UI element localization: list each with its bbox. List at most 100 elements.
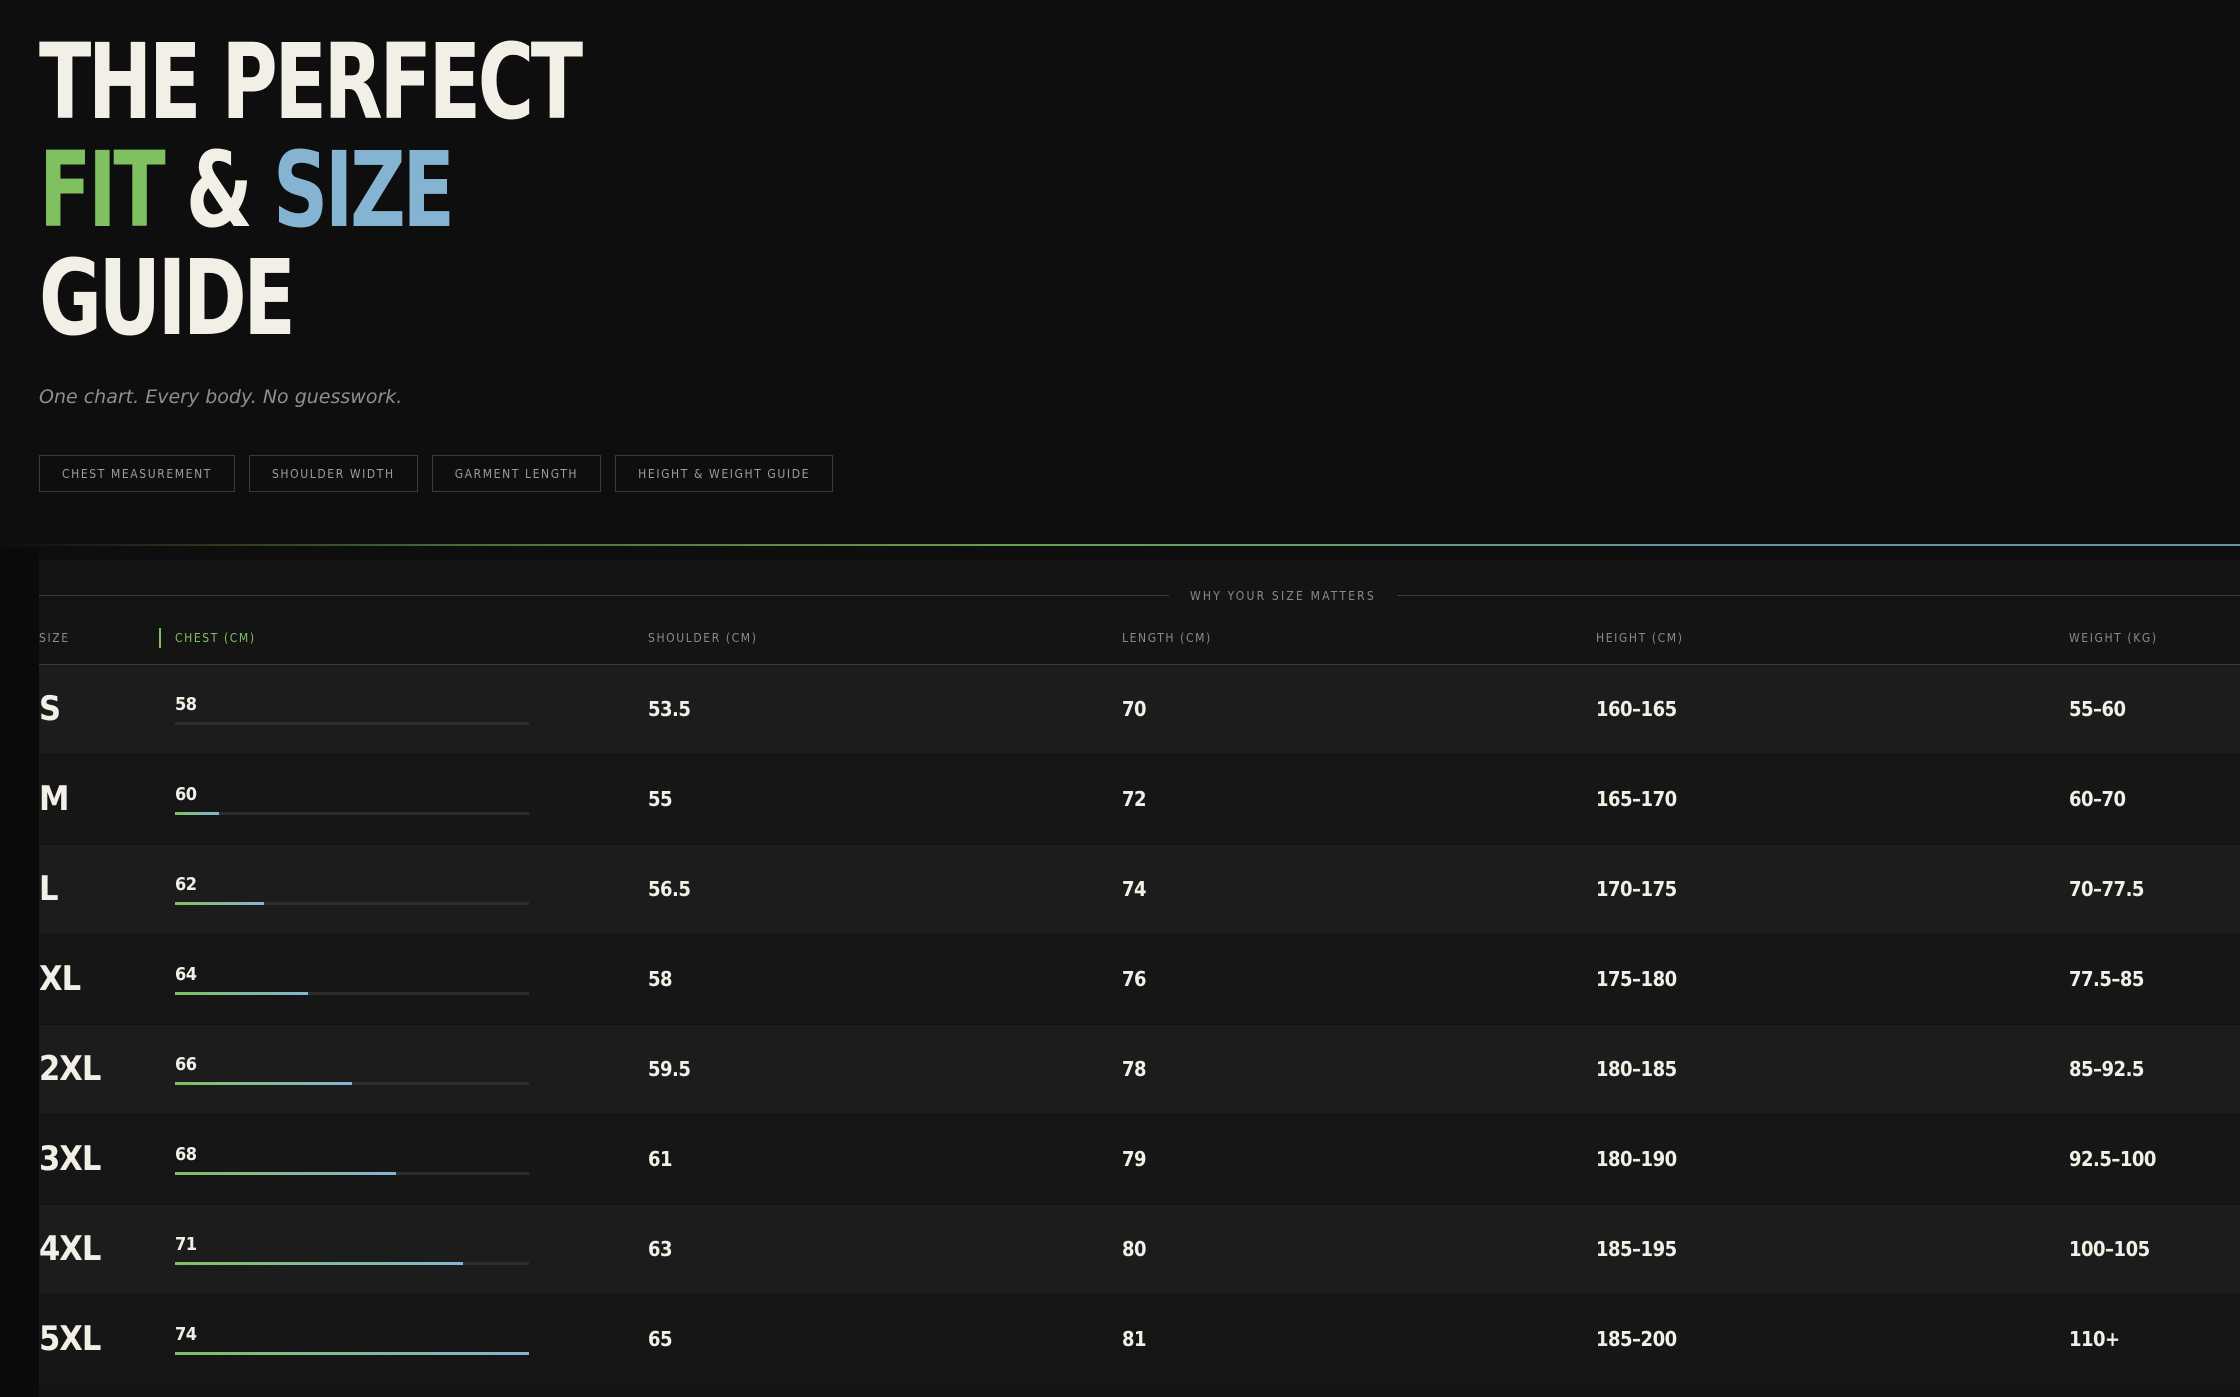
shoulder-value: 53.5: [648, 697, 691, 721]
title-rule-right: [1397, 595, 2240, 596]
chest-bar-track: [175, 812, 529, 815]
height-value: 185–200: [1596, 1327, 1677, 1351]
tagline: One chart. Every body. No guesswork.: [39, 386, 403, 408]
tag-garment-length[interactable]: GARMENT LENGTH: [431, 455, 602, 492]
table-row[interactable]: S 58 53.5 70 160–165 55–60: [39, 665, 2240, 755]
chest-cell: 68: [175, 1115, 529, 1204]
weight-value: 77.5–85: [2069, 967, 2144, 991]
chest-value: 60: [175, 784, 197, 805]
weight-value: 55–60: [2069, 697, 2126, 721]
size-label: 2XL: [39, 1049, 101, 1089]
shoulder-value: 56.5: [648, 877, 691, 901]
chest-value: 66: [175, 1054, 197, 1075]
height-value: 170–175: [1596, 877, 1677, 901]
length-value: 76: [1122, 967, 1147, 991]
chest-value: 62: [175, 874, 197, 895]
table-body: S 58 53.5 70 160–165 55–60 M 60 55 72 16…: [39, 665, 2240, 1385]
topic-tags: CHEST MEASUREMENT SHOULDER WIDTH GARMENT…: [39, 455, 834, 492]
hero-text-the-perfect: THE PERFECT: [39, 21, 583, 143]
chest-bar-fill: [175, 1352, 529, 1355]
size-label: L: [39, 869, 58, 909]
hero-line-2: FIT & SIZE: [39, 136, 580, 244]
chest-bar-fill: [175, 1082, 352, 1085]
length-value: 74: [1122, 877, 1147, 901]
chest-cell: 60: [175, 755, 529, 844]
table-row[interactable]: 2XL 66 59.5 78 180–185 85–92.5: [39, 1025, 2240, 1115]
height-value: 175–180: [1596, 967, 1677, 991]
chest-cell: 74: [175, 1295, 529, 1384]
chest-bar-fill: [175, 902, 264, 905]
hero-heading: THE PERFECT FIT & SIZE GUIDE: [39, 28, 699, 352]
header-shoulder[interactable]: SHOULDER (CM): [648, 628, 758, 648]
table-row[interactable]: XL 64 58 76 175–180 77.5–85: [39, 935, 2240, 1025]
shoulder-value: 63: [648, 1237, 673, 1261]
hero-text-ampersand: &: [185, 129, 253, 251]
shoulder-value: 58: [648, 967, 673, 991]
chest-bar-track: [175, 1172, 529, 1175]
section-title: WHY YOUR SIZE MATTERS: [1190, 589, 1376, 603]
header-chest[interactable]: CHEST (CM): [159, 628, 256, 648]
title-rule-left: [39, 595, 1169, 596]
header-height[interactable]: HEIGHT (CM): [1596, 628, 1684, 648]
length-value: 78: [1122, 1057, 1147, 1081]
weight-value: 85–92.5: [2069, 1057, 2144, 1081]
chest-bar-fill: [175, 812, 220, 815]
chest-cell: 71: [175, 1205, 529, 1294]
tag-shoulder-width[interactable]: SHOULDER WIDTH: [248, 455, 418, 492]
height-value: 180–185: [1596, 1057, 1677, 1081]
chest-cell: 66: [175, 1025, 529, 1114]
size-label: 4XL: [39, 1229, 101, 1269]
tag-chest-measurement[interactable]: CHEST MEASUREMENT: [39, 455, 235, 492]
weight-value: 92.5–100: [2069, 1147, 2156, 1171]
chest-bar-track: [175, 1262, 529, 1265]
chest-cell: 64: [175, 935, 529, 1024]
gradient-divider: [0, 544, 2240, 546]
chest-bar-track: [175, 902, 529, 905]
chest-value: 64: [175, 964, 197, 985]
weight-value: 70–77.5: [2069, 877, 2144, 901]
table-row[interactable]: 4XL 71 63 80 185–195 100–105: [39, 1205, 2240, 1295]
size-label: M: [39, 779, 69, 819]
chest-value: 58: [175, 694, 197, 715]
left-edge-strip: [0, 548, 39, 1397]
weight-value: 110+: [2069, 1327, 2120, 1351]
header-size[interactable]: SIZE: [39, 628, 70, 648]
header-weight[interactable]: WEIGHT (KG): [2069, 628, 2158, 648]
tag-height-weight-guide[interactable]: HEIGHT & WEIGHT GUIDE: [615, 455, 834, 492]
shoulder-value: 65: [648, 1327, 673, 1351]
table-row[interactable]: M 60 55 72 165–170 60–70: [39, 755, 2240, 845]
chest-bar-track: [175, 1352, 529, 1355]
chest-bar-track: [175, 722, 529, 725]
hero-text-guide: GUIDE: [39, 237, 296, 359]
shoulder-value: 61: [648, 1147, 673, 1171]
table-row[interactable]: 5XL 74 65 81 185–200 110+: [39, 1295, 2240, 1385]
chest-bar-track: [175, 1082, 529, 1085]
chest-bar-track: [175, 992, 529, 995]
table-row[interactable]: 3XL 68 61 79 180–190 92.5–100: [39, 1115, 2240, 1205]
weight-value: 100–105: [2069, 1237, 2150, 1261]
section-title-row: WHY YOUR SIZE MATTERS: [39, 586, 2240, 606]
chest-bar-fill: [175, 1262, 463, 1265]
chest-value: 71: [175, 1234, 197, 1255]
size-guide-page: THE PERFECT FIT & SIZE GUIDE One chart. …: [0, 0, 2240, 1397]
height-value: 185–195: [1596, 1237, 1677, 1261]
table-row[interactable]: L 62 56.5 74 170–175 70–77.5: [39, 845, 2240, 935]
chest-cell: 62: [175, 845, 529, 934]
header-length[interactable]: LENGTH (CM): [1122, 628, 1212, 648]
chest-value: 74: [175, 1324, 197, 1345]
chest-cell: 58: [175, 665, 529, 754]
size-label: XL: [39, 959, 81, 999]
height-value: 165–170: [1596, 787, 1677, 811]
height-value: 160–165: [1596, 697, 1677, 721]
length-value: 72: [1122, 787, 1147, 811]
hero-text-size: SIZE: [272, 129, 455, 251]
length-value: 70: [1122, 697, 1147, 721]
weight-value: 60–70: [2069, 787, 2126, 811]
chest-value: 68: [175, 1144, 197, 1165]
size-label: S: [39, 689, 61, 729]
chest-bar-fill: [175, 992, 308, 995]
length-value: 81: [1122, 1327, 1147, 1351]
length-value: 80: [1122, 1237, 1147, 1261]
size-label: 5XL: [39, 1319, 101, 1359]
size-label: 3XL: [39, 1139, 101, 1179]
